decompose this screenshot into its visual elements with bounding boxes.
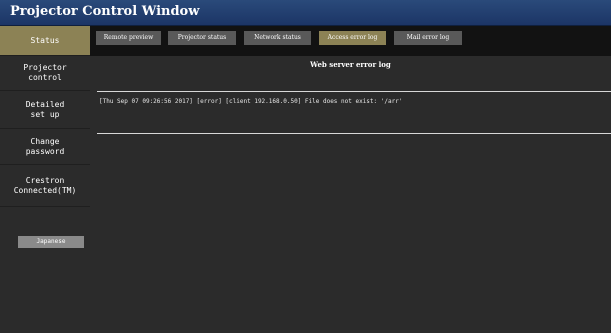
tab-network-status[interactable]: Network status (244, 31, 311, 45)
tab-projector-status[interactable]: Projector status (168, 31, 236, 45)
divider-bottom (97, 133, 611, 134)
tab-bar: Remote preview Projector status Network … (90, 26, 611, 56)
sidebar-item-crestron-connected[interactable]: Crestron Connected(TM) (0, 165, 90, 207)
panel-title: Web server error log (310, 60, 391, 69)
language-button[interactable]: Japanese (18, 236, 84, 248)
sidebar-item-change-password[interactable]: Change password (0, 129, 90, 165)
tab-mail-error-log[interactable]: Mail error log (394, 31, 462, 45)
sidebar-item-detailed-set-up[interactable]: Detailed set up (0, 91, 90, 129)
log-line: [Thu Sep 07 09:26:56 2017] [error] [clie… (99, 98, 403, 105)
sidebar-item-projector-control[interactable]: Projector control (0, 56, 90, 91)
tab-remote-preview[interactable]: Remote preview (96, 31, 161, 45)
title-bar: Projector Control Window (0, 0, 611, 26)
tab-access-error-log[interactable]: Access error log (319, 31, 386, 45)
sidebar: Status Projector control Detailed set up… (0, 26, 90, 333)
divider-top (97, 91, 611, 92)
projector-control-window: Projector Control Window Status Projecto… (0, 0, 611, 333)
window-title: Projector Control Window (10, 4, 200, 19)
sidebar-item-status[interactable]: Status (0, 26, 90, 56)
main-panel: Remote preview Projector status Network … (90, 26, 611, 333)
